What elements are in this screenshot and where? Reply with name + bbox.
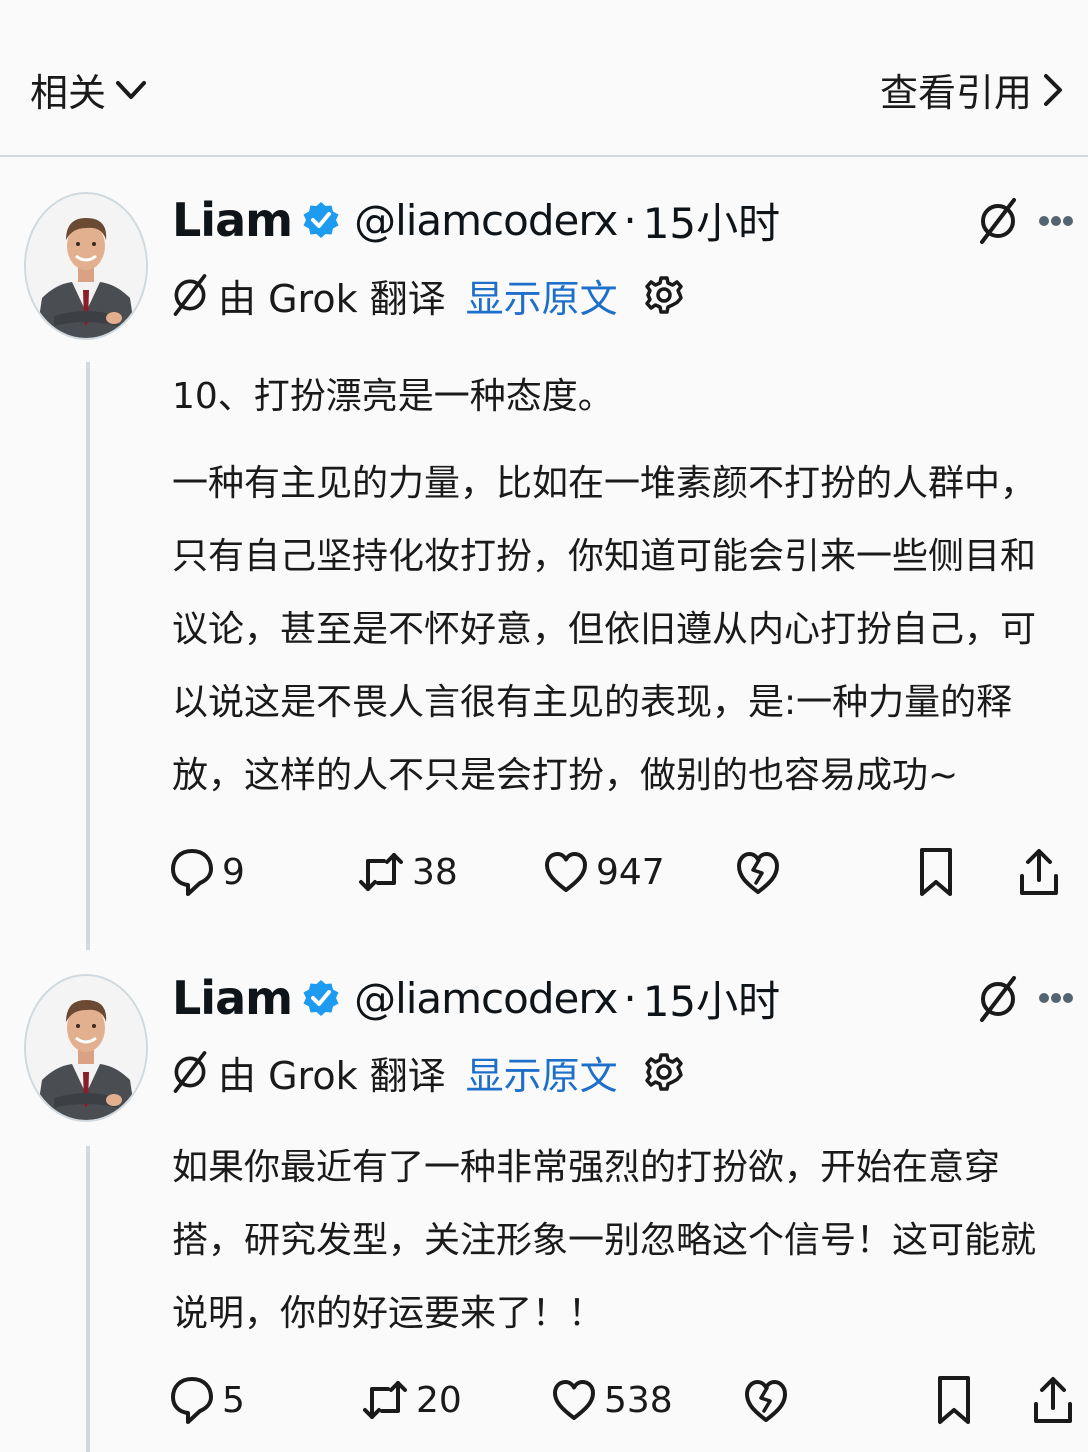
separator-dot: · (623, 973, 637, 1023)
more-options-icon[interactable] (1038, 215, 1074, 227)
grok-icon (173, 1051, 207, 1093)
repost-button[interactable]: 20 (362, 1370, 462, 1430)
avatar[interactable] (24, 974, 148, 1122)
related-label: 相关 (30, 71, 107, 115)
avatar-image (26, 194, 146, 338)
translated-by-label: 由 Grok 翻译 (218, 1053, 446, 1098)
grok-icon (173, 274, 207, 316)
post-body: 10、打扮漂亮是一种态度。 一种有主见的力量，比如在一堆素颜不打扮的人群中，只有… (172, 360, 1062, 812)
chevron-right-icon (1044, 73, 1062, 106)
thread-line (86, 1146, 90, 1452)
repost-button[interactable]: 38 (358, 842, 458, 902)
post-header: Liam @liamcoderx · 15小时 (172, 192, 780, 248)
share-icon (1034, 1377, 1072, 1423)
top-bar: 相关 查看引用 (0, 0, 1088, 157)
verified-badge-icon (303, 202, 339, 238)
like-count: 947 (596, 851, 665, 893)
author-name[interactable]: Liam (172, 971, 293, 1025)
repost-icon (359, 853, 403, 891)
related-dropdown[interactable]: 相关 (30, 62, 148, 117)
repost-icon (363, 1381, 407, 1419)
show-original-link[interactable]: 显示原文 (466, 1045, 618, 1100)
show-original-link[interactable]: 显示原文 (466, 268, 618, 323)
post-paragraph: 一种有主见的力量，比如在一堆素颜不打扮的人群中，只有自己坚持化妆打扮，你知道可能… (172, 463, 1037, 796)
share-button[interactable] (1018, 842, 1060, 902)
share-button[interactable] (1032, 1370, 1074, 1430)
grok-icon[interactable] (976, 974, 1020, 1024)
grok-icon[interactable] (976, 196, 1020, 246)
avatar-image (26, 976, 146, 1120)
broken-heart-icon (745, 1380, 787, 1422)
translation-bar: 由 Grok 翻译 显示原文 (170, 268, 684, 323)
action-bar: 5 20 538 (170, 1370, 1072, 1430)
action-bar: 9 38 947 (170, 842, 1070, 902)
repost-count: 20 (416, 1379, 462, 1421)
post-time[interactable]: 15小时 (643, 968, 780, 1029)
bookmark-button[interactable] (936, 1370, 972, 1430)
repost-count: 38 (412, 851, 458, 893)
gear-icon[interactable] (644, 1052, 684, 1092)
author-handle[interactable]: @liamcoderx (354, 974, 618, 1023)
author-name[interactable]: Liam (172, 193, 293, 247)
like-button[interactable]: 538 (552, 1370, 673, 1430)
chevron-down-icon (116, 80, 147, 99)
post-time[interactable]: 15小时 (643, 190, 780, 251)
like-count: 538 (604, 1379, 673, 1421)
view-quotes-link[interactable]: 查看引用 (880, 62, 1066, 117)
more-options-icon[interactable] (1038, 992, 1074, 1004)
reply-button[interactable]: 5 (170, 1370, 245, 1430)
reply-count: 5 (222, 1379, 245, 1421)
post-header: Liam @liamcoderx · 15小时 (172, 970, 780, 1026)
heart-icon (545, 852, 587, 892)
bookmark-icon (938, 1376, 970, 1424)
translated-by-label: 由 Grok 翻译 (218, 276, 446, 321)
bookmark-icon (920, 848, 952, 896)
avatar[interactable] (24, 192, 148, 340)
reply-icon (171, 849, 213, 896)
reply-button[interactable]: 9 (170, 842, 245, 902)
bookmark-button[interactable] (918, 842, 954, 902)
separator-dot: · (623, 195, 637, 245)
translation-bar: 由 Grok 翻译 显示原文 (170, 1045, 684, 1100)
view-quotes-label: 查看引用 (879, 71, 1032, 115)
like-button[interactable]: 947 (544, 842, 665, 902)
broken-heart-icon (737, 852, 779, 894)
dislike-button[interactable] (744, 1370, 788, 1430)
dislike-button[interactable] (736, 842, 780, 902)
share-icon (1020, 849, 1058, 895)
post-body: 如果你最近有了一种非常强烈的打扮欲，开始在意穿搭，研究发型，关注形象一别忽略这个… (172, 1131, 1062, 1350)
reply-count: 9 (222, 851, 245, 893)
post-paragraph: 10、打扮漂亮是一种态度。 (172, 376, 614, 417)
verified-badge-icon (303, 980, 339, 1016)
reply-icon (171, 1377, 213, 1424)
thread-line (86, 362, 90, 950)
post-paragraph: 如果你最近有了一种非常强烈的打扮欲，开始在意穿搭，研究发型，关注形象一别忽略这个… (172, 1147, 1037, 1334)
gear-icon[interactable] (644, 275, 684, 315)
heart-icon (553, 1380, 595, 1420)
author-handle[interactable]: @liamcoderx (354, 196, 618, 245)
